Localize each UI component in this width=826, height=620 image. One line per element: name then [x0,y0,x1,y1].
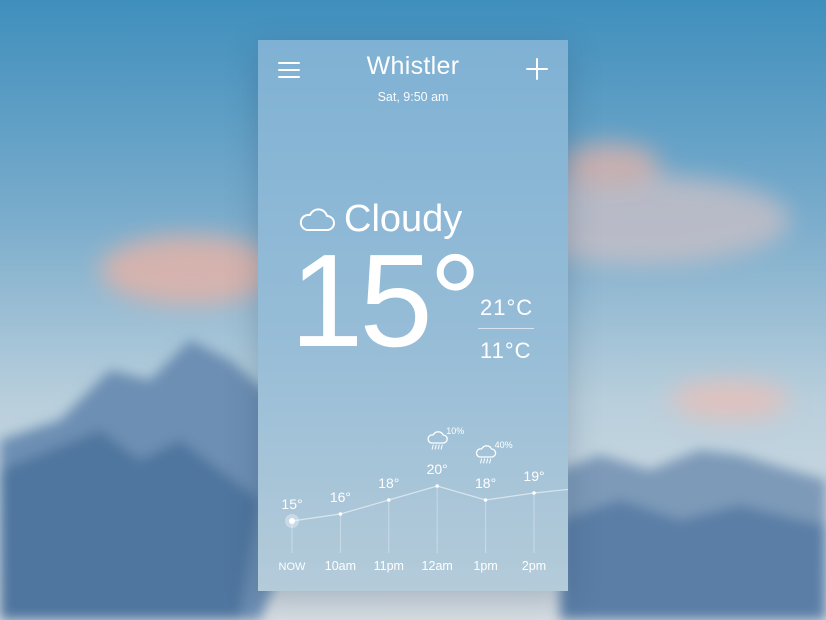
forecast-time-label: 10am [325,559,356,573]
forecast-time-label: 2pm [522,559,546,573]
forecast-temp-label: 20° [427,461,448,477]
precipitation-chance: 10% [446,426,464,436]
forecast-temp-label: 18° [475,475,496,491]
forecast-point [483,498,488,502]
weather-card: Whistler Sat, 9:50 am Cloudy 15° 21°C 11… [258,40,568,591]
forecast-point [532,491,536,495]
forecast-temp-label: 15° [281,496,302,512]
hourly-forecast-chart: 15° NOW 16° 10am 18° 11pm 20° 12am 10% 18° 1pm 40% 1… [279,426,568,573]
forecast-temp-label: 18° [378,475,399,491]
forecast-time-label: NOW [279,561,307,573]
forecast-point [387,498,391,502]
forecast-point [289,518,295,524]
rain-cloud-icon [427,431,448,450]
rain-cloud-icon [475,445,497,464]
forecast-time-label: 12am [422,559,453,573]
precipitation-chance: 40% [495,440,513,450]
forecast-point [435,484,439,488]
forecast-point [338,512,343,516]
forecast-temp-label: 16° [330,489,351,505]
forecast-time-label: 11pm [374,559,404,573]
forecast-time-label: 1pm [473,559,497,573]
forecast-temp-label: 19° [523,468,544,484]
